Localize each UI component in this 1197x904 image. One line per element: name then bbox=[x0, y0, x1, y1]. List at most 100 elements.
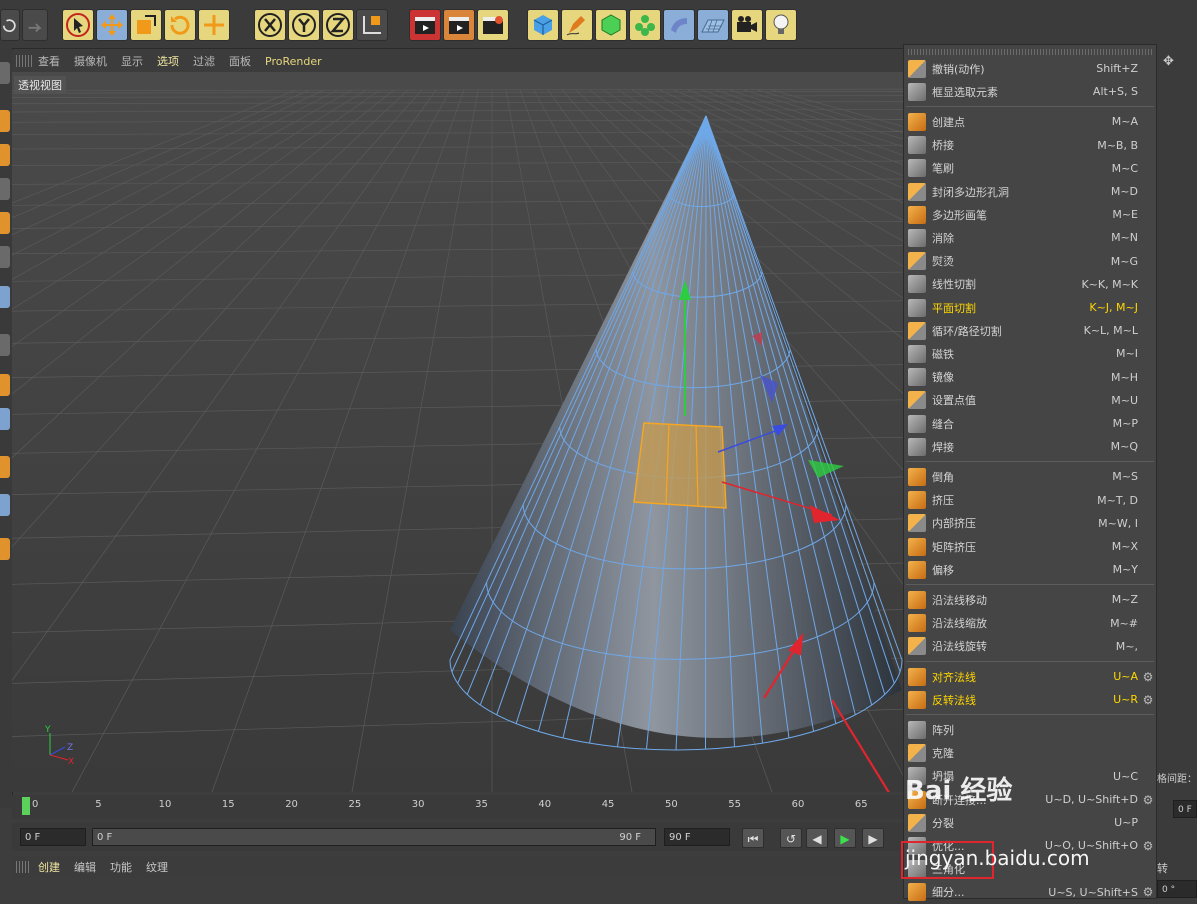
cloner-button[interactable] bbox=[629, 9, 661, 41]
context-menu-item-23[interactable]: 偏移 M~Y bbox=[904, 558, 1156, 581]
x-axis-button[interactable] bbox=[254, 9, 286, 41]
timeline-ruler[interactable]: 0 5 10 15 20 25 30 35 40 45 50 55 60 65 bbox=[12, 795, 903, 819]
mode-button-9[interactable] bbox=[0, 374, 10, 396]
mode-button-1[interactable] bbox=[0, 62, 10, 84]
context-menu-item-3[interactable]: 创建点 M~A bbox=[904, 110, 1156, 133]
bottom-menu-item-3[interactable]: 纹理 bbox=[146, 859, 168, 875]
mode-button-5[interactable] bbox=[0, 212, 10, 234]
mode-button-3[interactable] bbox=[0, 144, 10, 166]
bottom-menu-item-2[interactable]: 功能 bbox=[110, 859, 132, 875]
mode-button-8[interactable] bbox=[0, 334, 10, 356]
viewport-menu-item-0[interactable]: 查看 bbox=[38, 53, 60, 69]
frame-range-slider[interactable]: 0 F 90 F bbox=[92, 828, 656, 846]
context-menu-item-25[interactable]: 沿法线移动 M~Z bbox=[904, 588, 1156, 611]
context-menu-item-10[interactable]: 线性切割 K~K, M~K bbox=[904, 273, 1156, 296]
bottom-menu-item-0[interactable]: 创建 bbox=[38, 859, 60, 875]
subdivision-surface-button[interactable] bbox=[595, 9, 627, 41]
previous-frame-button[interactable]: ◀ bbox=[806, 828, 828, 848]
rotate-tool-button[interactable] bbox=[164, 9, 196, 41]
scale-tool-button[interactable] bbox=[130, 9, 162, 41]
context-menu-item-5[interactable]: 笔刷 M~C bbox=[904, 157, 1156, 180]
bottom-menu-grip[interactable] bbox=[16, 861, 30, 873]
current-frame-field[interactable]: 0 F bbox=[20, 828, 86, 846]
context-menu-item-27[interactable]: 沿法线旋转 M~, bbox=[904, 635, 1156, 658]
floor-button[interactable] bbox=[697, 9, 729, 41]
mode-button-2[interactable] bbox=[0, 110, 10, 132]
viewport-menu-item-1[interactable]: 摄像机 bbox=[74, 53, 107, 69]
previous-key-button[interactable]: ↺ bbox=[780, 828, 802, 848]
context-menu-item-29[interactable]: 对齐法线 U~A ⚙ bbox=[904, 665, 1156, 688]
y-axis-button[interactable] bbox=[288, 9, 320, 41]
context-menu-item-13[interactable]: 磁铁 M~I bbox=[904, 342, 1156, 365]
perspective-viewport[interactable]: Y Z X 查看 摄像机 显示 选项 过滤 面板 ProRender 透视视图 bbox=[12, 50, 908, 792]
context-menu-item-0[interactable]: 撤销(动作) Shift+Z bbox=[904, 57, 1156, 80]
gear-icon[interactable]: ⚙ bbox=[1142, 670, 1154, 684]
camera-button[interactable] bbox=[731, 9, 763, 41]
move-tool-button[interactable] bbox=[96, 9, 128, 41]
context-menu-item-16[interactable]: 缝合 M~P bbox=[904, 412, 1156, 435]
coordinate-system-button[interactable] bbox=[356, 9, 388, 41]
context-menu-item-33[interactable]: 克隆 bbox=[904, 742, 1156, 765]
context-menu-item-7[interactable]: 多边形画笔 M~E bbox=[904, 203, 1156, 226]
viewport-menu-item-5[interactable]: 面板 bbox=[229, 53, 251, 69]
context-menu-item-21[interactable]: 内部挤压 M~W, I bbox=[904, 512, 1156, 535]
context-menu-item-39[interactable]: 细分... U~S, U~Shift+S ⚙ bbox=[904, 881, 1156, 904]
go-to-start-button[interactable]: ⏮ bbox=[742, 828, 764, 848]
context-menu-item-9[interactable]: 熨烫 M~G bbox=[904, 250, 1156, 273]
context-menu-item-1[interactable]: 框显选取元素 Alt+S, S bbox=[904, 80, 1156, 103]
mode-button-4[interactable] bbox=[0, 178, 10, 200]
context-menu-item-4[interactable]: 桥接 M~B, B bbox=[904, 134, 1156, 157]
live-selection-button[interactable] bbox=[198, 9, 230, 41]
mode-button-7[interactable] bbox=[0, 286, 10, 308]
context-menu-item-30[interactable]: 反转法线 U~R ⚙ bbox=[904, 688, 1156, 711]
mode-button-10[interactable] bbox=[0, 408, 10, 430]
mode-button-12[interactable] bbox=[0, 494, 10, 516]
selected-polygons[interactable] bbox=[633, 422, 727, 509]
render-picture-viewer-button[interactable] bbox=[443, 9, 475, 41]
context-menu-item-17[interactable]: 焊接 M~Q bbox=[904, 435, 1156, 458]
viewport-menu-item-6[interactable]: ProRender bbox=[265, 55, 322, 68]
cube-button[interactable] bbox=[527, 9, 559, 41]
context-menu-item-15[interactable]: 设置点值 M~U bbox=[904, 389, 1156, 412]
pen-button[interactable] bbox=[561, 9, 593, 41]
context-menu-item-19[interactable]: 倒角 M~S bbox=[904, 465, 1156, 488]
viewport-menu-item-3[interactable]: 选项 bbox=[157, 53, 179, 69]
context-menu-item-11[interactable]: 平面切割 K~J, M~J bbox=[904, 296, 1156, 319]
context-menu-item-12[interactable]: 循环/路径切割 K~L, M~L bbox=[904, 319, 1156, 342]
viewport-menu-item-4[interactable]: 过滤 bbox=[193, 53, 215, 69]
context-menu-item-26[interactable]: 沿法线缩放 M~# bbox=[904, 612, 1156, 635]
gear-icon[interactable]: ⚙ bbox=[1142, 885, 1154, 899]
mode-button-13[interactable] bbox=[0, 538, 10, 560]
viewport-menu-item-2[interactable]: 显示 bbox=[121, 53, 143, 69]
light-button[interactable] bbox=[765, 9, 797, 41]
mode-button-6[interactable] bbox=[0, 246, 10, 268]
context-menu-item-20[interactable]: 挤压 M~T, D bbox=[904, 489, 1156, 512]
render-view-button[interactable] bbox=[409, 9, 441, 41]
gear-icon[interactable]: ⚙ bbox=[1142, 839, 1154, 853]
context-menu-item-32[interactable]: 阵列 bbox=[904, 718, 1156, 741]
redo-button[interactable] bbox=[22, 9, 48, 41]
select-tool-button[interactable] bbox=[62, 9, 94, 41]
z-axis-button[interactable] bbox=[322, 9, 354, 41]
context-menu-item-6[interactable]: 封闭多边形孔洞 M~D bbox=[904, 180, 1156, 203]
viewport-scene[interactable]: Y Z X bbox=[12, 50, 908, 792]
bottom-menu-item-1[interactable]: 编辑 bbox=[74, 859, 96, 875]
context-menu-item-8[interactable]: 消除 M~N bbox=[904, 226, 1156, 249]
context-menu-item-22[interactable]: 矩阵挤压 M~X bbox=[904, 535, 1156, 558]
angle-field[interactable]: 0 ° bbox=[1157, 880, 1197, 898]
deformer-button[interactable] bbox=[663, 9, 695, 41]
context-menu-grip[interactable] bbox=[908, 49, 1152, 55]
play-button[interactable]: ▶ bbox=[834, 828, 856, 848]
viewport-menu-grip[interactable] bbox=[16, 55, 32, 67]
max-frame-field[interactable]: 90 F bbox=[664, 828, 730, 846]
context-menu-item-36[interactable]: 分裂 U~P bbox=[904, 811, 1156, 834]
gear-icon[interactable]: ⚙ bbox=[1142, 693, 1154, 707]
gear-icon[interactable]: ⚙ bbox=[1142, 793, 1154, 807]
context-menu-item-14[interactable]: 镜像 M~H bbox=[904, 366, 1156, 389]
next-frame-button[interactable]: ▶ bbox=[862, 828, 884, 848]
timeline-playhead[interactable] bbox=[22, 797, 30, 815]
right-frame-field[interactable]: 0 F bbox=[1173, 800, 1197, 818]
mode-button-11[interactable] bbox=[0, 456, 10, 478]
undo-button[interactable] bbox=[0, 9, 20, 41]
render-settings-button[interactable] bbox=[477, 9, 509, 41]
